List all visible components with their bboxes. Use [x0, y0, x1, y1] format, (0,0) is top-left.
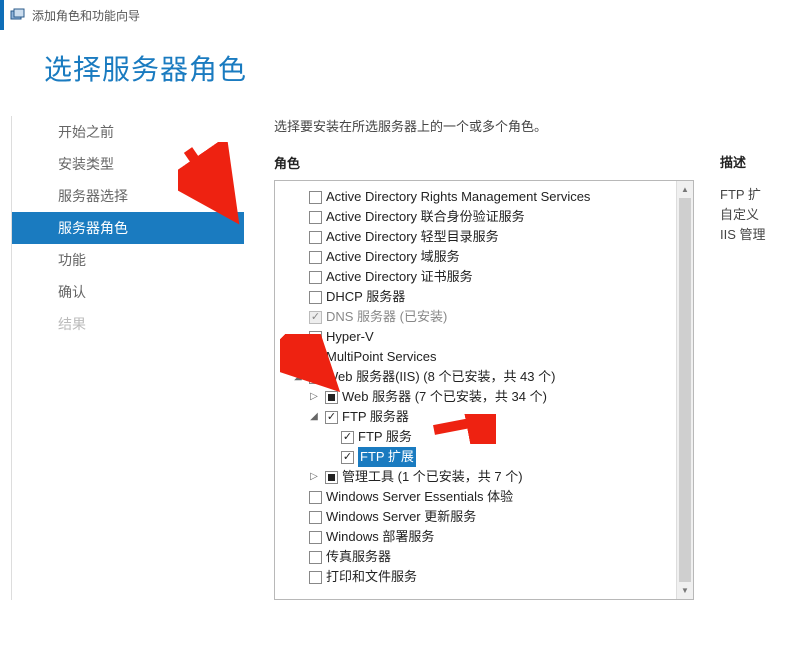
tree-checkbox[interactable]: [325, 411, 338, 424]
tree-row[interactable]: ▷传真服务器: [279, 547, 689, 567]
tree-row[interactable]: ▷ Web 服务器 (7 个已安装，共 34 个): [279, 387, 689, 407]
tree-node-label[interactable]: FTP 服务: [358, 427, 412, 447]
roles-tree: ▷ Active Directory Rights Management Serv…: [274, 180, 694, 600]
tree-row[interactable]: ▷MultiPoint Services: [279, 347, 689, 367]
sidebar-item-before-begin[interactable]: 开始之前: [12, 116, 244, 148]
tree-node-label[interactable]: MultiPoint Services: [326, 347, 437, 367]
sidebar-item-server-select[interactable]: 服务器选择: [12, 180, 244, 212]
tree-checkbox[interactable]: [341, 451, 354, 464]
tree-checkbox[interactable]: [309, 231, 322, 244]
tree-checkbox[interactable]: [309, 191, 322, 204]
tree-node-label[interactable]: Active Directory 域服务: [326, 247, 460, 267]
window-title: 添加角色和功能向导: [32, 7, 140, 24]
sidebar-item-features[interactable]: 功能: [12, 244, 244, 276]
content-area: 选择要安装在所选服务器上的一个或多个角色。 角色 ▷Active Directo…: [244, 116, 787, 600]
tree-row[interactable]: ◢ Web 服务器(IIS) (8 个已安装，共 43 个): [279, 367, 689, 387]
tree-checkbox[interactable]: [309, 271, 322, 284]
sidebar-item-result: 结果: [12, 308, 244, 340]
tree-checkbox[interactable]: [309, 531, 322, 544]
tree-row[interactable]: ▷Hyper-V: [279, 327, 689, 347]
description-label: 描述: [720, 152, 787, 171]
scroll-track[interactable]: [677, 198, 693, 582]
expander-open-icon[interactable]: ◢: [309, 412, 319, 422]
tree-row[interactable]: ▷DNS 服务器 (已安装): [279, 307, 689, 327]
page-header: 选择服务器角色: [0, 30, 787, 96]
tree-scrollbar[interactable]: ▲ ▼: [676, 181, 693, 599]
tree-node-label[interactable]: 传真服务器: [326, 547, 391, 567]
expander-closed-icon[interactable]: ▷: [309, 392, 319, 402]
left-stub: [0, 116, 12, 600]
tree-row[interactable]: ▷FTP 服务: [279, 427, 689, 447]
tree-checkbox[interactable]: [309, 571, 322, 584]
tree-node-label[interactable]: 打印和文件服务: [326, 567, 417, 587]
tree-row[interactable]: ▷Active Directory 域服务: [279, 247, 689, 267]
tree-checkbox[interactable]: [309, 511, 322, 524]
tree-node-label[interactable]: FTP 扩展: [358, 447, 416, 467]
tree-node-label[interactable]: FTP 服务器: [342, 407, 409, 427]
tree-checkbox[interactable]: [309, 331, 322, 344]
tree-row[interactable]: ▷Windows 部署服务: [279, 527, 689, 547]
tree-node-label[interactable]: Active Directory 联合身份验证服务: [326, 207, 525, 227]
description-line: IIS 管理: [720, 225, 787, 245]
tree-checkbox[interactable]: [309, 491, 322, 504]
sidebar-item-install-type[interactable]: 安装类型: [12, 148, 244, 180]
page-title: 选择服务器角色: [44, 48, 787, 88]
tree-checkbox[interactable]: [341, 431, 354, 444]
tree-checkbox[interactable]: [309, 371, 322, 384]
tree-node-label[interactable]: Windows Server 更新服务: [326, 507, 476, 527]
tree-checkbox: [309, 311, 322, 324]
scroll-thumb[interactable]: [679, 198, 691, 582]
tree-checkbox[interactable]: [309, 551, 322, 564]
tree-row[interactable]: ▷DHCP 服务器: [279, 287, 689, 307]
tree-row[interactable]: ◢ FTP 服务器: [279, 407, 689, 427]
tree-row[interactable]: ▷Active Directory 联合身份验证服务: [279, 207, 689, 227]
tree-row[interactable]: ▷打印和文件服务: [279, 567, 689, 587]
tree-node-label[interactable]: Active Directory 证书服务: [326, 267, 473, 287]
tree-row[interactable]: ▷Active Directory 证书服务: [279, 267, 689, 287]
window-titlebar: 添加角色和功能向导: [0, 0, 787, 30]
instruction-text: 选择要安装在所选服务器上的一个或多个角色。: [274, 116, 787, 135]
tree-node-label[interactable]: Web 服务器 (7 个已安装，共 34 个): [342, 387, 547, 407]
tree-node-label[interactable]: Windows Server Essentials 体验: [326, 487, 513, 507]
step-sidebar: 开始之前 安装类型 服务器选择 服务器角色 功能 确认 结果: [12, 116, 244, 600]
tree-node-label[interactable]: DNS 服务器 (已安装): [326, 307, 447, 327]
expander-open-icon[interactable]: ◢: [293, 372, 303, 382]
tree-node-label[interactable]: DHCP 服务器: [326, 287, 405, 307]
scroll-down-icon[interactable]: ▼: [677, 582, 693, 599]
roles-label: 角色: [274, 153, 787, 172]
tree-node-label[interactable]: Hyper-V: [326, 327, 374, 347]
tree-row[interactable]: ▷Windows Server Essentials 体验: [279, 487, 689, 507]
description-panel: 描述 FTP 扩 自定义 IIS 管理: [720, 152, 787, 245]
wizard-icon: [10, 7, 26, 23]
tree-node-label[interactable]: Active Directory 轻型目录服务: [326, 227, 499, 247]
tree-checkbox[interactable]: [309, 251, 322, 264]
tree-node-label[interactable]: 管理工具 (1 个已安装，共 7 个): [342, 467, 523, 487]
tree-row[interactable]: ▷ 管理工具 (1 个已安装，共 7 个): [279, 467, 689, 487]
tree-checkbox[interactable]: [325, 471, 338, 484]
tree-row[interactable]: ▷Active Directory Rights Management Serv…: [279, 187, 689, 207]
tree-row[interactable]: ▷Active Directory 轻型目录服务: [279, 227, 689, 247]
description-line: 自定义: [720, 205, 787, 225]
tree-row[interactable]: ▷Windows Server 更新服务: [279, 507, 689, 527]
expander-closed-icon[interactable]: ▷: [309, 472, 319, 482]
tree-node-label[interactable]: Windows 部署服务: [326, 527, 434, 547]
tree-checkbox[interactable]: [309, 291, 322, 304]
tree-node-label[interactable]: Active Directory Rights Management Servi…: [326, 187, 590, 207]
tree-checkbox[interactable]: [309, 211, 322, 224]
sidebar-item-server-roles[interactable]: 服务器角色: [12, 212, 244, 244]
tree-row[interactable]: ▷FTP 扩展: [279, 447, 689, 467]
tree-checkbox[interactable]: [325, 391, 338, 404]
scroll-up-icon[interactable]: ▲: [677, 181, 693, 198]
description-line: FTP 扩: [720, 185, 787, 205]
tree-node-label[interactable]: Web 服务器(IIS) (8 个已安装，共 43 个): [326, 367, 555, 387]
sidebar-item-confirm[interactable]: 确认: [12, 276, 244, 308]
tree-checkbox[interactable]: [309, 351, 322, 364]
